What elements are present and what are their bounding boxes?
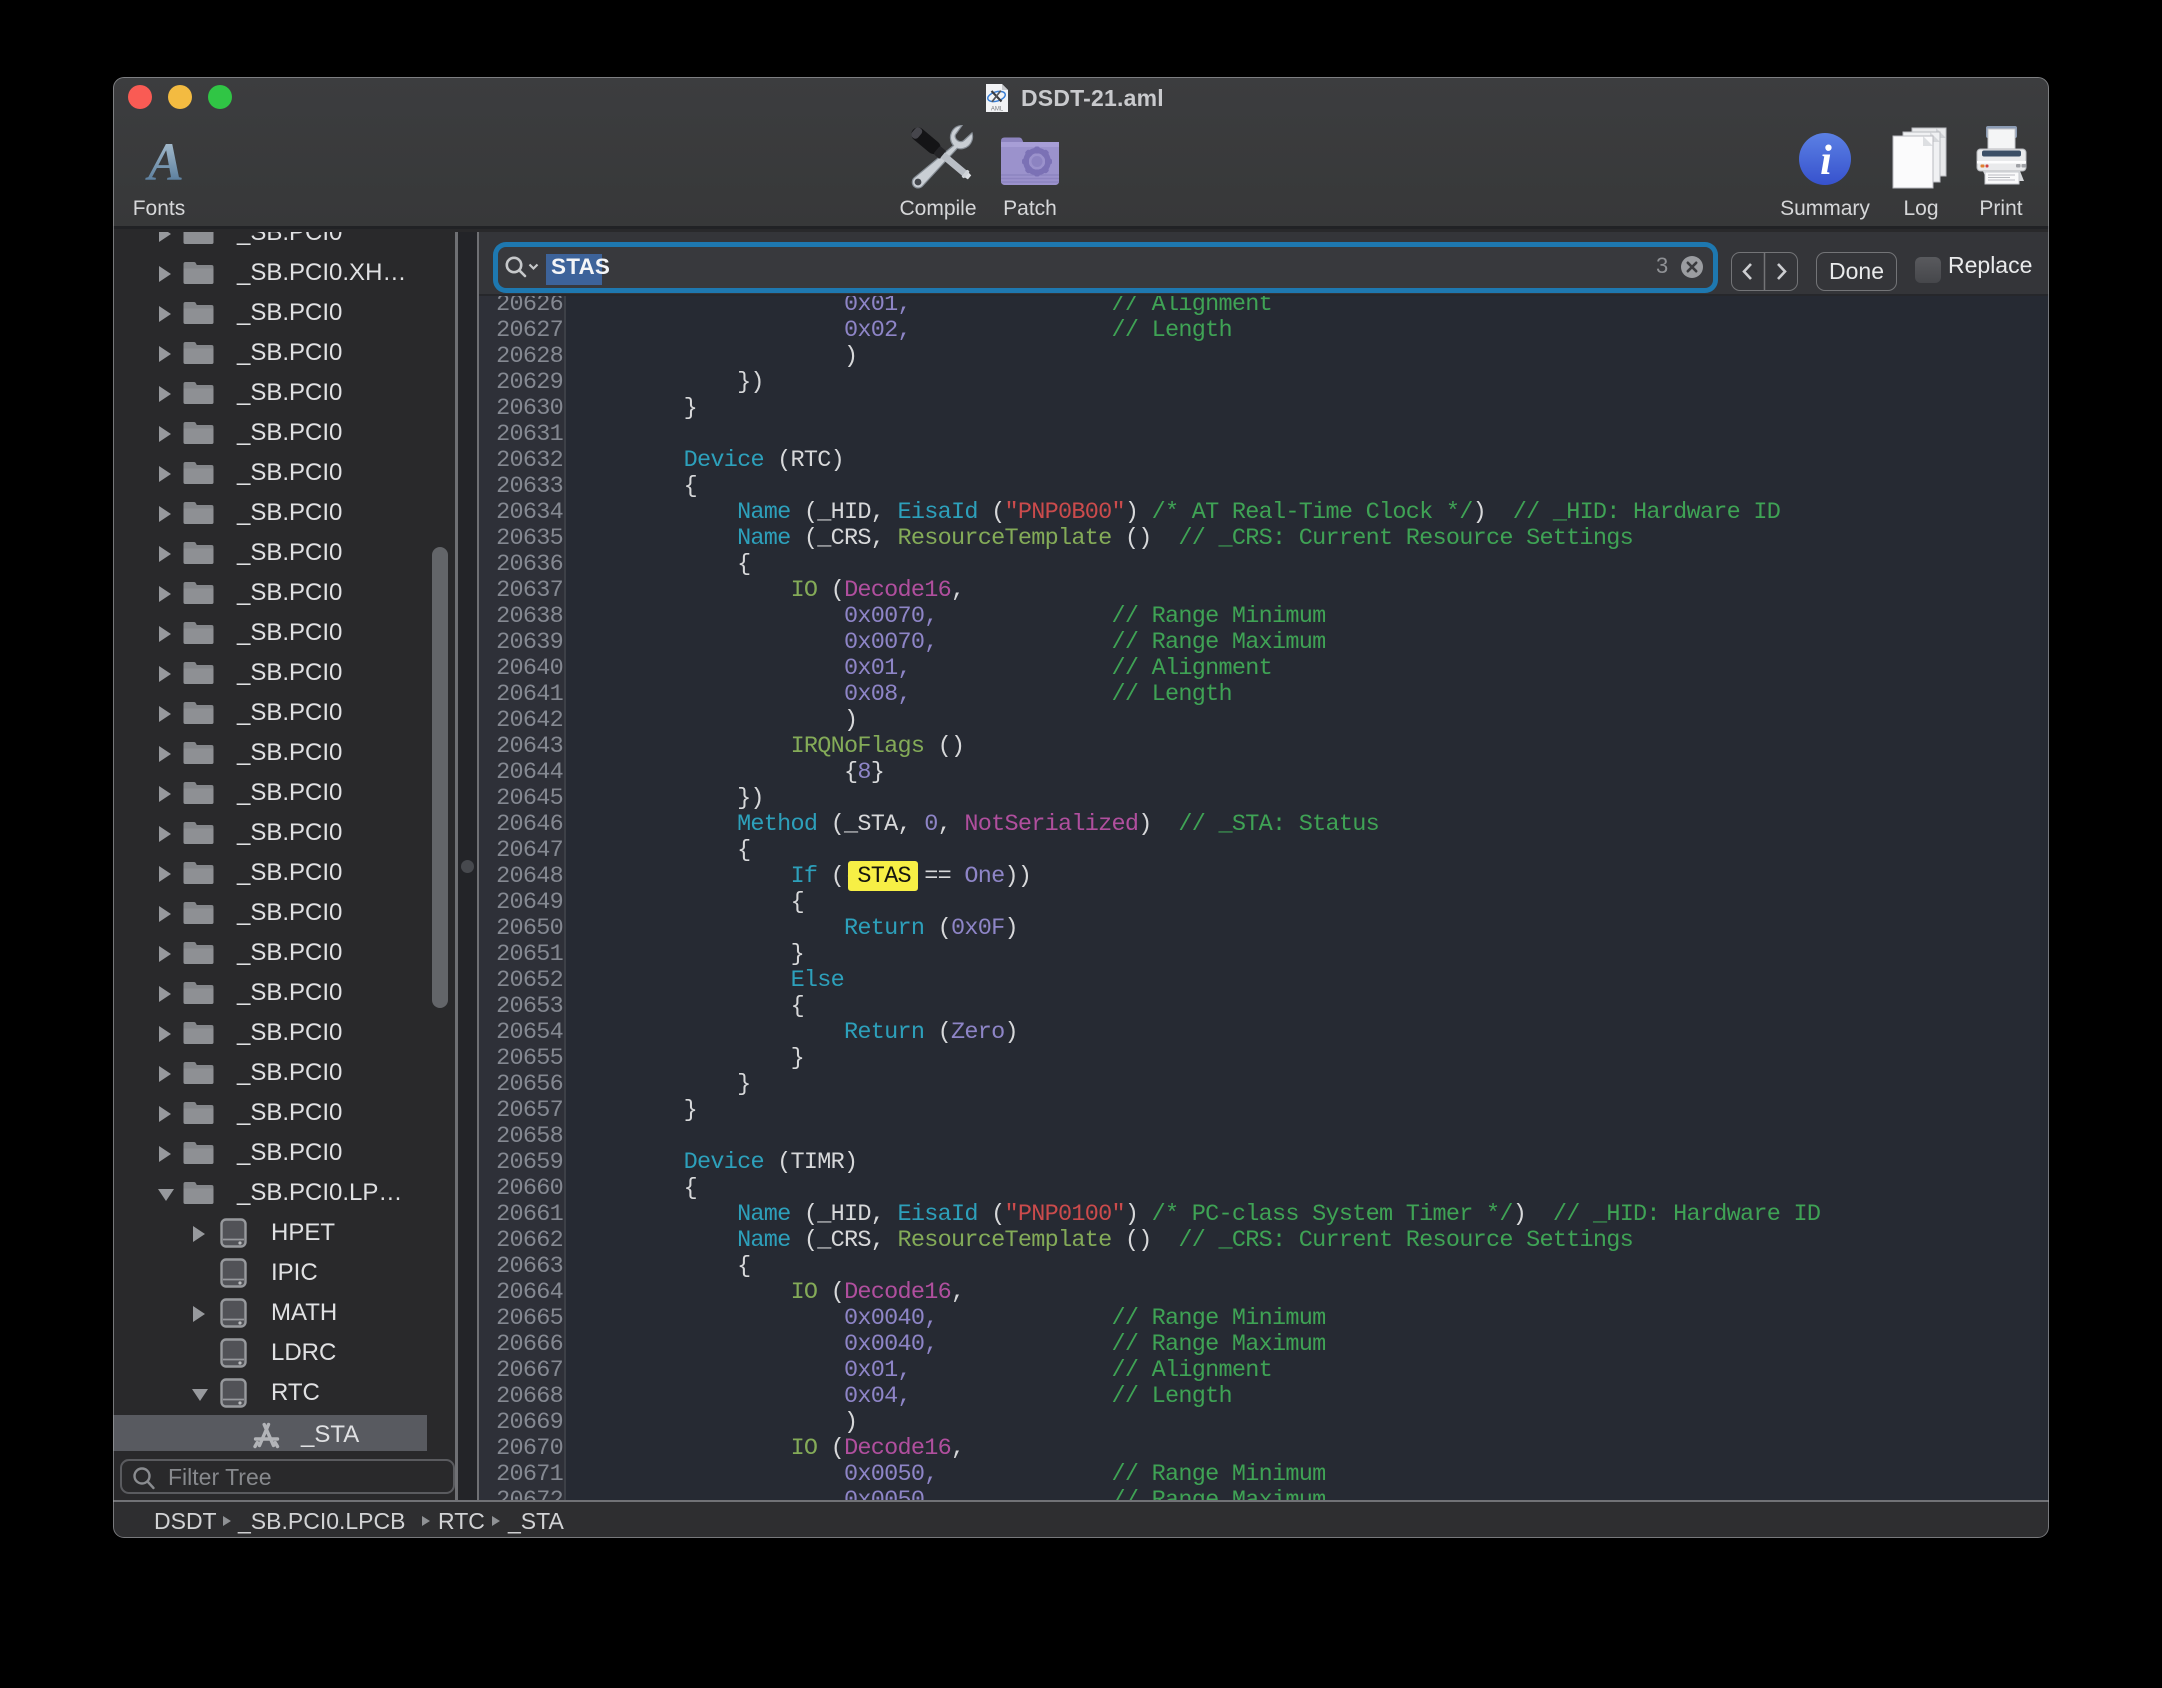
- svg-text:i: i: [1820, 138, 1832, 184]
- svg-text:AML: AML: [991, 107, 1004, 113]
